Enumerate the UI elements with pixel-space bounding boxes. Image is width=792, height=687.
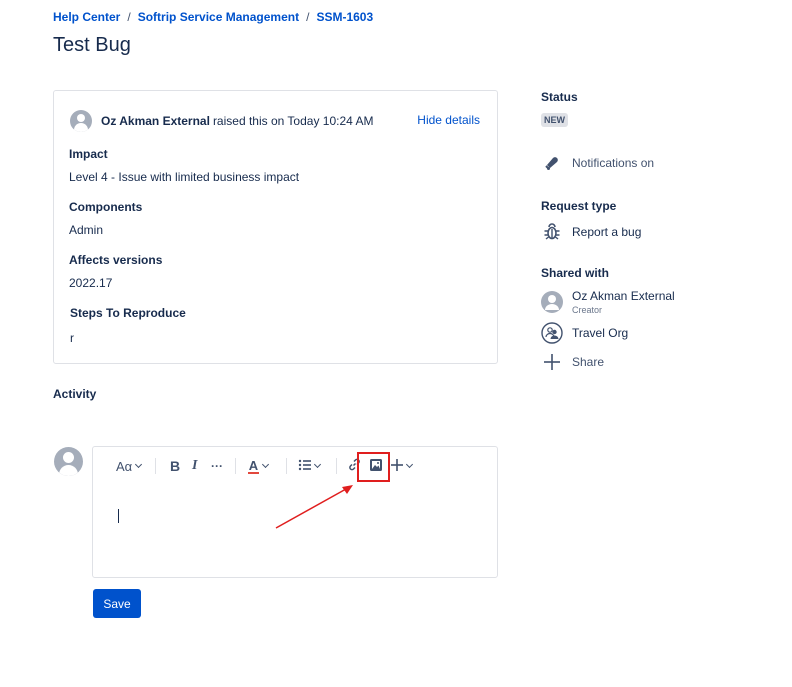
shared-with-heading: Shared with xyxy=(541,266,610,280)
italic-icon: I xyxy=(192,458,198,473)
status-heading: Status xyxy=(541,90,578,104)
bug-icon xyxy=(541,221,563,243)
raised-timestamp: raised this on Today 10:24 AM xyxy=(212,114,374,128)
annotation-arrow xyxy=(275,485,353,529)
field-value-affects-versions: 2022.17 xyxy=(69,276,113,290)
toolbar-divider xyxy=(336,458,337,474)
save-button[interactable]: Save xyxy=(93,589,141,618)
participant-name: Oz Akman External xyxy=(572,289,675,303)
toolbar-divider xyxy=(155,458,156,474)
text-color-dropdown[interactable]: A xyxy=(248,455,270,477)
field-value-impact: Level 4 - Issue with limited business im… xyxy=(69,170,300,184)
shared-participant-creator: Oz Akman External Creator xyxy=(541,289,675,315)
hide-details-link[interactable]: Hide details xyxy=(417,113,480,127)
breadcrumb-issue-key[interactable]: SSM-1603 xyxy=(316,10,373,24)
request-type-value: Report a bug xyxy=(572,225,642,239)
breadcrumb-project[interactable]: Softrip Service Management xyxy=(138,10,299,24)
editor-toolbar: Aα B I ··· A xyxy=(93,455,497,477)
breadcrumb: Help Center / Softrip Service Management… xyxy=(53,10,373,24)
avatar xyxy=(541,291,563,313)
insert-more-dropdown[interactable] xyxy=(391,455,414,477)
more-icon: ··· xyxy=(211,459,223,473)
bold-icon: B xyxy=(170,458,181,474)
notifications-toggle[interactable]: Notifications on xyxy=(541,152,654,174)
request-type-heading: Request type xyxy=(541,199,617,213)
chevron-down-icon xyxy=(135,460,143,469)
share-label: Share xyxy=(572,355,605,369)
bold-button[interactable]: B xyxy=(170,455,180,477)
list-dropdown[interactable] xyxy=(298,455,322,477)
italic-button[interactable]: I xyxy=(192,455,197,477)
text-style-dropdown[interactable]: Aα xyxy=(116,455,143,477)
text-cursor xyxy=(118,509,119,523)
toolbar-divider xyxy=(235,458,236,474)
page-title: Test Bug xyxy=(53,34,131,56)
breadcrumb-separator: / xyxy=(127,10,131,24)
field-label-affects-versions: Affects versions xyxy=(69,253,163,267)
organization-name: Travel Org xyxy=(572,326,629,340)
field-label-impact: Impact xyxy=(69,147,108,161)
avatar xyxy=(70,110,92,132)
toolbar-divider xyxy=(286,458,287,474)
avatar xyxy=(54,447,83,476)
activity-heading: Activity xyxy=(53,387,97,401)
plus-icon xyxy=(391,458,403,474)
breadcrumb-separator: / xyxy=(306,10,310,24)
more-formatting-button[interactable]: ··· xyxy=(211,455,223,477)
annotation-highlight-box xyxy=(357,452,390,482)
bell-icon xyxy=(541,152,563,174)
field-value-steps-to-reproduce: r xyxy=(70,331,74,345)
breadcrumb-help-center[interactable]: Help Center xyxy=(53,10,120,24)
shared-organization: Travel Org xyxy=(541,322,628,344)
status-badge: NEW xyxy=(541,113,568,127)
field-value-components: Admin xyxy=(69,223,104,237)
chevron-down-icon xyxy=(405,460,414,469)
notifications-label: Notifications on xyxy=(572,156,655,170)
field-label-steps-to-reproduce: Steps To Reproduce xyxy=(70,306,186,320)
organization-icon xyxy=(541,322,563,344)
field-label-components: Components xyxy=(69,200,143,214)
text-color-icon: A xyxy=(248,457,259,474)
share-button[interactable]: Share xyxy=(541,351,604,373)
request-type-row: Report a bug xyxy=(541,221,641,243)
raiser-name: Oz Akman External xyxy=(101,114,210,128)
request-details-card: Oz Akman External raised this on Today 1… xyxy=(53,90,498,364)
bullet-list-icon xyxy=(298,459,311,474)
raiser-row: Oz Akman External raised this on Today 1… xyxy=(70,109,480,133)
chevron-down-icon xyxy=(261,460,270,469)
plus-icon xyxy=(541,351,563,373)
chevron-down-icon xyxy=(313,460,322,469)
participant-role: Creator xyxy=(572,305,603,315)
text-style-label: Aα xyxy=(116,458,133,474)
